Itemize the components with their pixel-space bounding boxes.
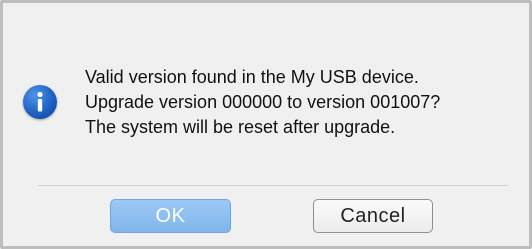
cancel-button[interactable]: Cancel — [313, 199, 433, 233]
message-line-1: Valid version found in the My USB device… — [85, 67, 419, 87]
message-line-2: Upgrade version 000000 to version 001007… — [85, 92, 441, 112]
divider — [38, 185, 508, 186]
message-text: Valid version found in the My USB device… — [85, 65, 515, 140]
info-icon — [23, 85, 57, 119]
ok-button[interactable]: OK — [110, 199, 231, 233]
upgrade-confirm-dialog: Valid version found in the My USB device… — [0, 0, 532, 249]
message-area: Valid version found in the My USB device… — [23, 65, 513, 165]
message-line-3: The system will be reset after upgrade. — [85, 117, 396, 137]
